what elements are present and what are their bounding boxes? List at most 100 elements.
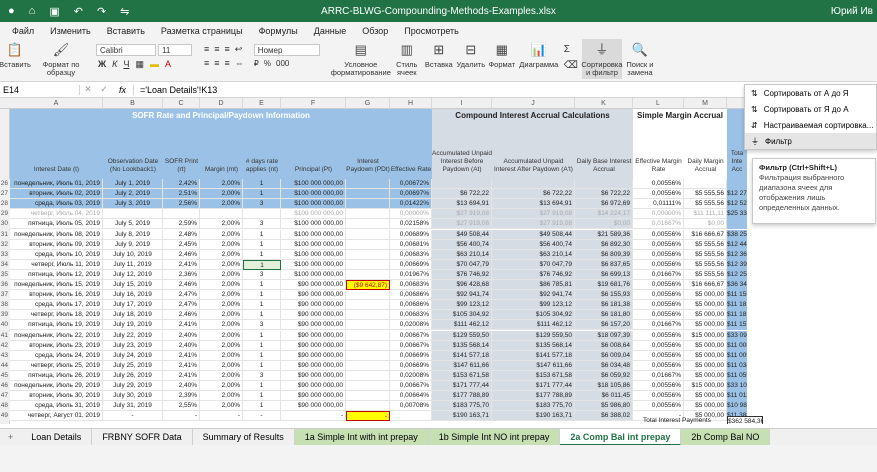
cell-styles-button[interactable]: ▥ Стиль ячеек (392, 39, 422, 79)
wrap-icon[interactable]: ↩ (235, 44, 243, 55)
cell-f: $90 000 000,00 (281, 381, 346, 392)
cell-i: $49 508,44 (432, 229, 492, 240)
align-right-icon[interactable]: ≡ (225, 58, 230, 68)
menu-review[interactable]: Обзор (354, 26, 396, 36)
align-bottom-icon[interactable]: ≡ (225, 44, 230, 55)
conditional-formatting-button[interactable]: ▤ Условное форматирование (330, 39, 392, 79)
column-header-f[interactable]: F (281, 98, 346, 109)
cell-e: 1 (243, 340, 281, 351)
save-icon[interactable]: ▣ (49, 5, 59, 18)
enter-icon[interactable]: ✓ (96, 84, 112, 95)
add-sheet-icon[interactable]: + (0, 432, 21, 442)
cell-j: $153 671,58 (492, 370, 575, 381)
cancel-icon[interactable]: ✕ (80, 84, 96, 95)
column-header-i[interactable]: I (432, 98, 492, 109)
italic-button[interactable]: К (112, 59, 117, 70)
number-format-select[interactable]: Номер (253, 44, 320, 56)
align-center-icon[interactable]: ≡ (214, 58, 219, 68)
column-header-d[interactable]: D (200, 98, 243, 109)
tab-1b[interactable]: 1b Simple Int NO int prepay (428, 428, 561, 446)
cell-d: 2,00% (200, 310, 243, 321)
sort-asc-icon: ⇅ (751, 88, 758, 98)
fx-icon[interactable]: fx (112, 84, 134, 95)
cell-c: 2,41% (163, 259, 200, 270)
cell-m: $5 555,56 (684, 239, 727, 250)
currency-icon[interactable]: ₽ (254, 59, 259, 68)
tab-frbny-sofr-data[interactable]: FRBNY SOFR Data (92, 428, 193, 446)
format-painter-button[interactable]: 🖌 Формат по образцу (30, 39, 92, 79)
column-header-a[interactable]: A (10, 98, 103, 109)
column-header-b[interactable]: B (103, 98, 163, 109)
percent-icon[interactable]: % (264, 59, 271, 68)
tab-2b[interactable]: 2b Comp Bal NO (681, 428, 771, 446)
formula-input[interactable]: ='Loan Details'!K13 (134, 85, 217, 95)
find-replace-button[interactable]: 🔍 Поиск и замена (622, 39, 658, 79)
comma-icon[interactable]: 000 (276, 59, 289, 68)
align-middle-icon[interactable]: ≡ (214, 44, 219, 55)
cell-i: $92 941,74 (432, 290, 492, 301)
cell-b: July 10, 2019 (103, 249, 163, 260)
menu-file[interactable]: Файл (4, 26, 42, 36)
column-header-l[interactable]: L (633, 98, 684, 109)
sort-a-z-item[interactable]: ⇅ Сортировать от А до Я (745, 85, 876, 101)
column-header-e[interactable]: E (243, 98, 281, 109)
tab-loan-details[interactable]: Loan Details (21, 428, 93, 446)
format-cells-icon: ▦ (495, 42, 508, 57)
menu-formulas[interactable]: Формулы (251, 26, 306, 36)
column-header-m[interactable]: M (684, 98, 727, 109)
cell-j: $6 722,22 (492, 189, 575, 200)
sort-z-a-item[interactable]: ⇅ Сортировать от Я до А (745, 101, 876, 117)
merge-icon[interactable]: ⇔ (235, 58, 244, 68)
autosave-icon[interactable]: ● (8, 5, 15, 18)
column-header-h[interactable]: H (390, 98, 432, 109)
bold-button[interactable]: Ж (98, 59, 106, 70)
home-icon[interactable]: ⌂ (29, 5, 36, 18)
tab-1a[interactable]: 1a Simple Int with int prepay (294, 428, 429, 446)
name-box[interactable]: E14 (0, 84, 80, 95)
font-size-select[interactable]: 11 (158, 44, 192, 56)
align-top-icon[interactable]: ≡ (204, 44, 209, 55)
undo-icon[interactable]: ↶ (74, 5, 83, 18)
cell-n: $11 034,48 (727, 360, 747, 371)
redo-icon[interactable]: ↷ (97, 5, 106, 18)
cell-l: 0,00556% (633, 249, 684, 260)
tab-summary-of-results[interactable]: Summary of Results (193, 428, 295, 446)
cell-b: July 5, 2019 (103, 219, 163, 230)
column-header-k[interactable]: K (575, 98, 633, 109)
share-icon[interactable]: ⇋ (120, 5, 129, 18)
font-select[interactable]: Calibri (96, 44, 156, 56)
menu-edit[interactable]: Изменить (42, 26, 99, 36)
underline-button[interactable]: Ч (123, 59, 129, 70)
cell-d: 2,00% (200, 300, 243, 311)
cell-n: $36 348,43 (727, 280, 747, 291)
fill-color-icon[interactable]: ▬ (150, 59, 159, 70)
column-header-j[interactable]: J (492, 98, 575, 109)
column-header-c[interactable]: C (163, 98, 200, 109)
cell-l: 0,00556% (633, 259, 684, 270)
autosum-icon[interactable]: Σ (564, 44, 578, 55)
cell-d: 2,00% (200, 360, 243, 371)
insert-cells-button[interactable]: ⊞ Вставка (422, 39, 456, 71)
sort-filter-button[interactable]: ⏚ Сортировка и фильтр (581, 39, 623, 79)
align-left-icon[interactable]: ≡ (204, 58, 209, 68)
menu-insert[interactable]: Вставить (99, 26, 153, 36)
menu-page-layout[interactable]: Разметка страницы (153, 26, 251, 36)
filter-item[interactable]: ⏚ Фильтр (745, 133, 876, 149)
paste-button[interactable]: 📋 Вставить (0, 39, 31, 71)
tab-2a[interactable]: 2a Comp Bal int prepay (560, 428, 682, 446)
menu-data[interactable]: Данные (306, 26, 355, 36)
menu-view[interactable]: Просмотреть (396, 26, 467, 36)
column-header-g[interactable]: G (346, 98, 390, 109)
cell-i: $13 694,91 (432, 199, 492, 210)
clear-icon[interactable]: ⌫ (564, 60, 578, 71)
chart-button[interactable]: 📊 Диаграмма (518, 39, 560, 71)
user-name[interactable]: Юрий Ив (831, 6, 873, 17)
borders-icon[interactable]: ▦ (135, 59, 144, 70)
custom-sort-item[interactable]: ⇵ Настраиваемая сортировка... (745, 117, 876, 133)
header-obs-date: Observation Date (No Lookback1) (107, 158, 159, 173)
cell-n (727, 219, 747, 230)
delete-cells-button[interactable]: ⊟ Удалить (456, 39, 486, 71)
font-color-icon[interactable]: A (165, 59, 171, 70)
format-cells-button[interactable]: ▦ Формат (486, 39, 518, 71)
cell-m: $16 666,67 (684, 280, 727, 291)
